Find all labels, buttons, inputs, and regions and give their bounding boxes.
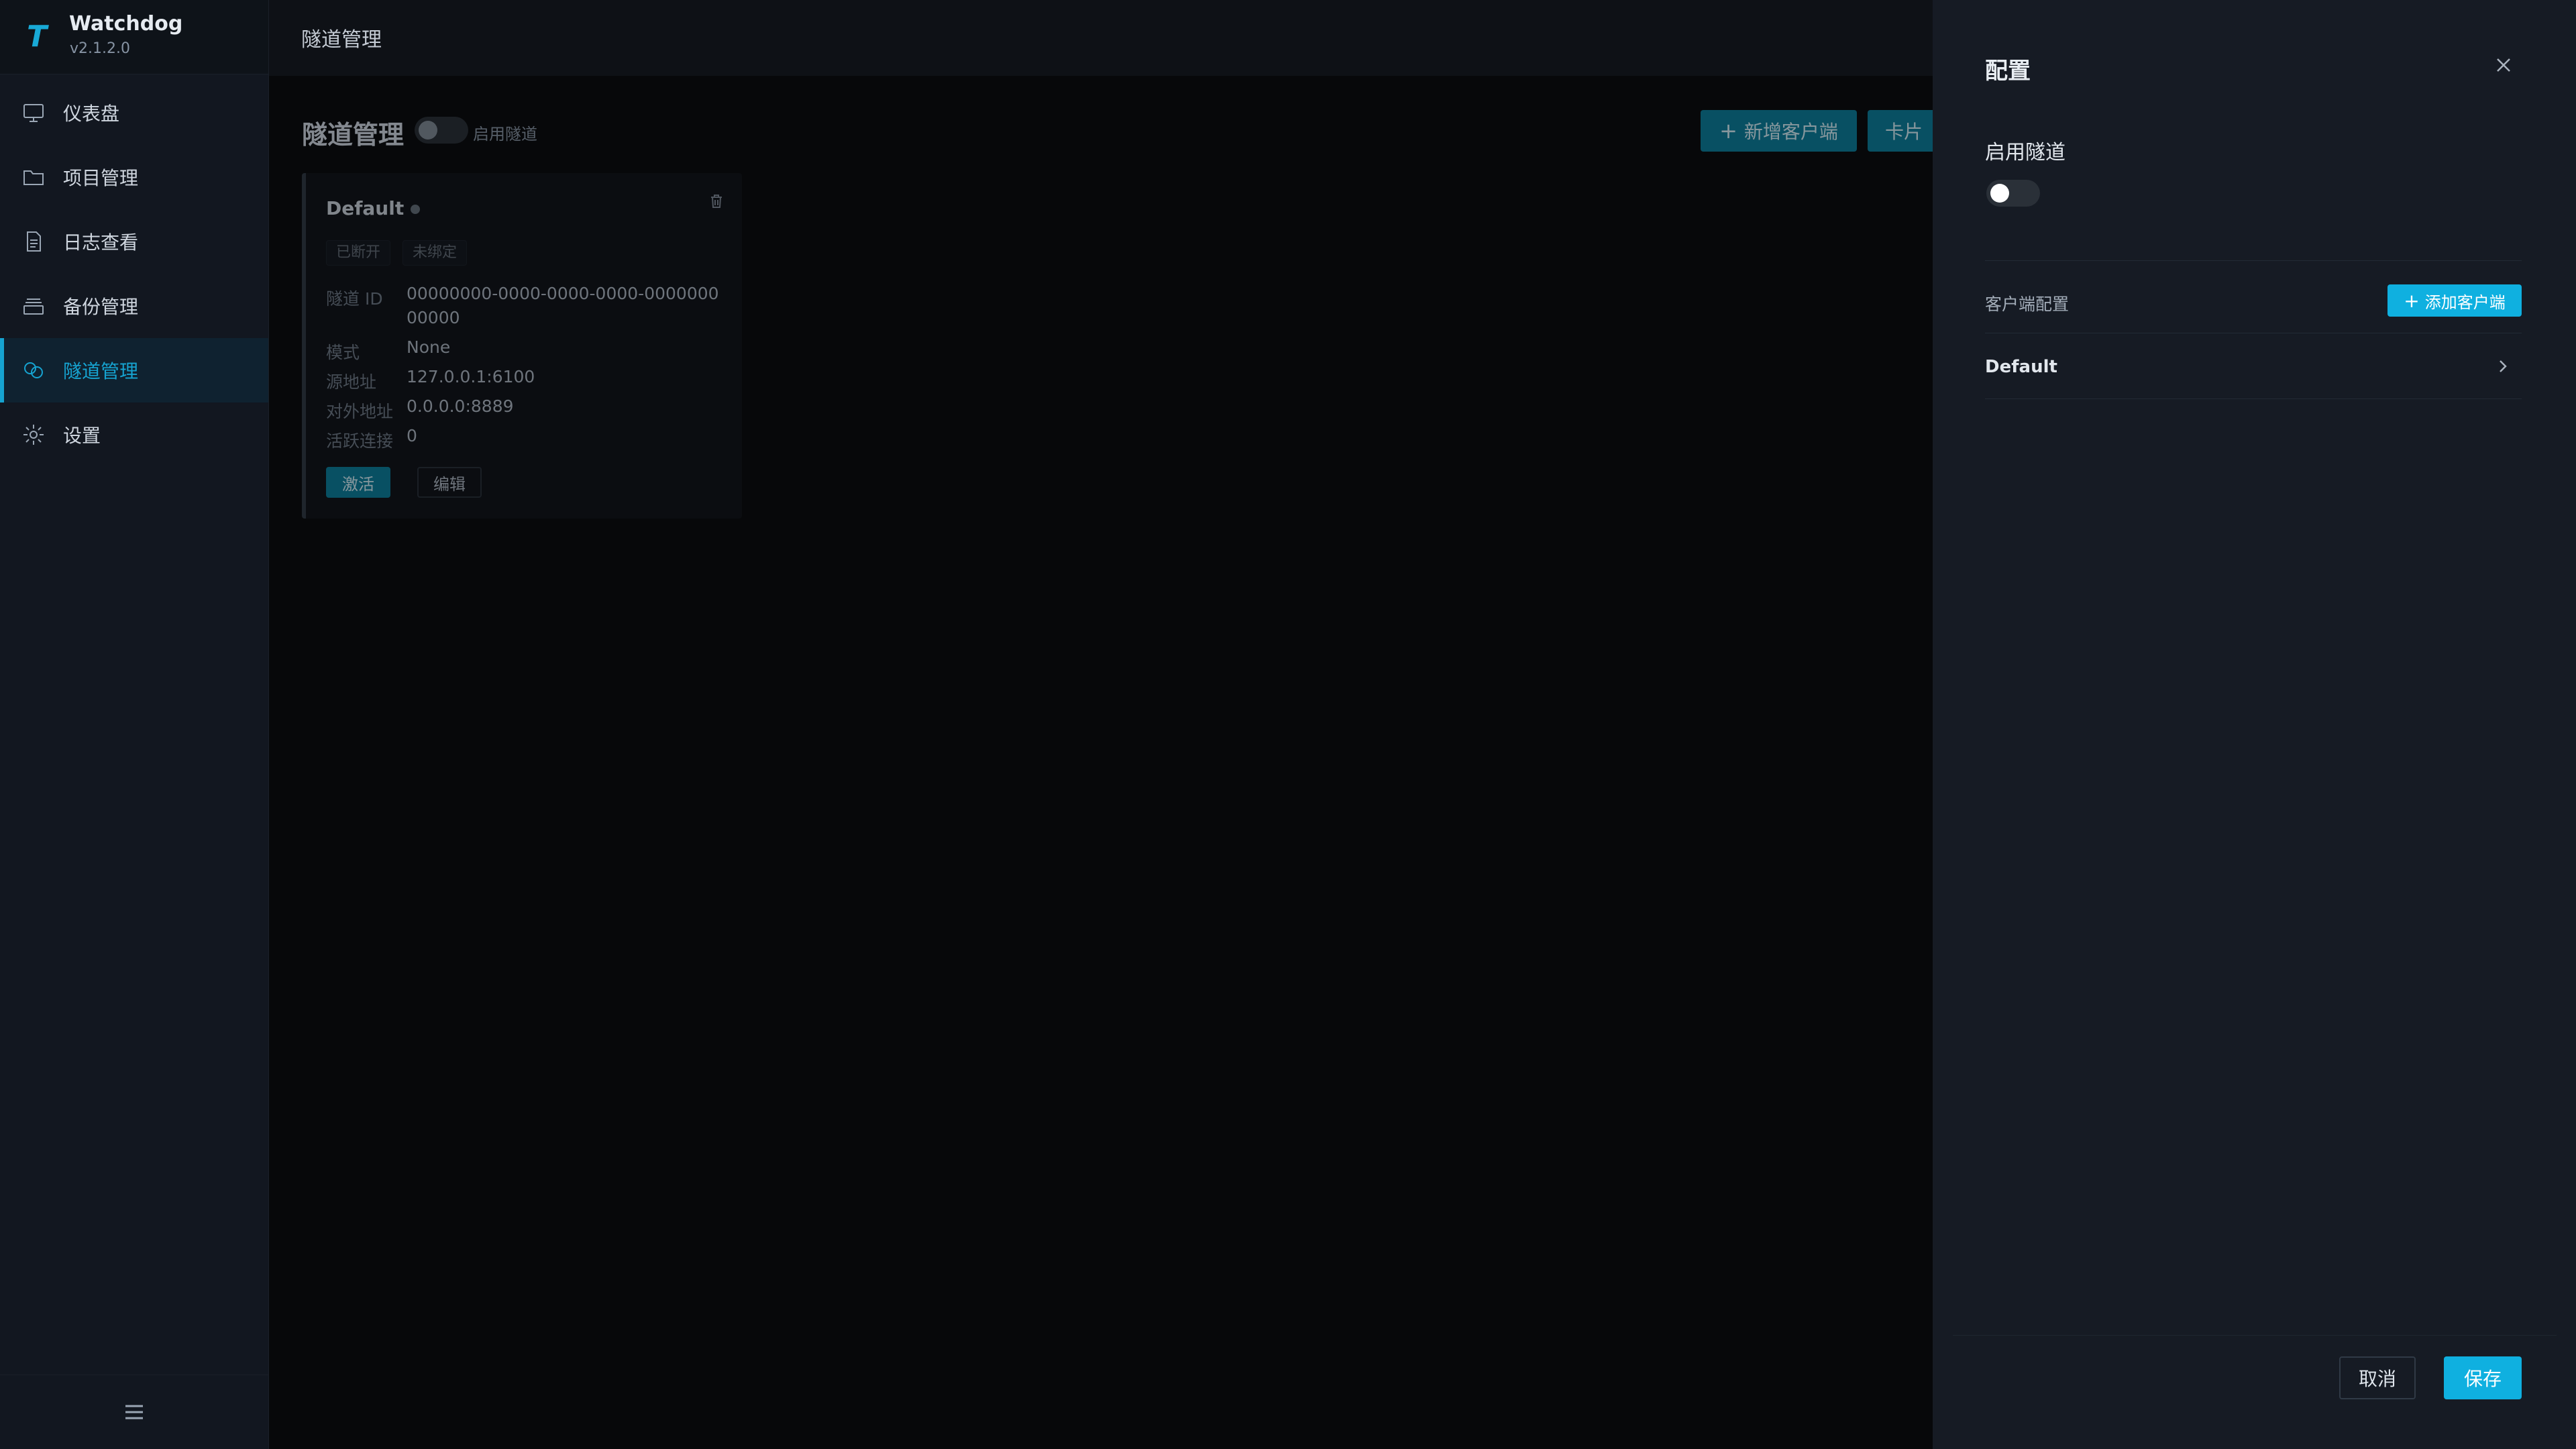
drawer-enable-tunnel-toggle[interactable] <box>1986 180 2040 207</box>
add-client-button[interactable]: + 添加客户端 <box>2387 284 2522 317</box>
sidebar-item-label: 隧道管理 <box>63 360 139 382</box>
breadcrumb: 隧道管理 <box>301 28 382 52</box>
drawer-footer-divider <box>1953 1335 2557 1336</box>
client-list-item[interactable]: Default <box>1985 335 2522 398</box>
plus-icon: + <box>2404 289 2420 312</box>
top-bar: 隧道管理 <box>269 0 1933 76</box>
sidebar-item-backup[interactable]: 备份管理 <box>0 274 268 338</box>
sidebar-item-label: 设置 <box>63 425 101 447</box>
config-drawer: 配置 启用隧道 客户端配置 + 添加客户端 Default 取消 保存 <box>1933 0 2576 1449</box>
sidebar-item-label: 项目管理 <box>63 167 139 189</box>
sidebar-item-dashboard[interactable]: 仪表盘 <box>0 80 268 145</box>
sidebar-collapse-button[interactable] <box>0 1375 268 1449</box>
client-config-label: 客户端配置 <box>1985 294 2070 314</box>
sidebar-item-label: 备份管理 <box>63 296 139 318</box>
document-icon <box>21 229 46 254</box>
close-button[interactable] <box>2493 55 2514 75</box>
close-icon <box>2497 58 2510 72</box>
sidebar-item-logs[interactable]: 日志查看 <box>0 209 268 274</box>
gear-icon <box>21 423 46 447</box>
sidebar-nav: 仪表盘 项目管理 日志查看 备份管理 隧道管理 设置 <box>0 80 268 467</box>
sidebar-item-label: 仪表盘 <box>63 103 120 125</box>
divider <box>1985 260 2522 261</box>
save-button[interactable]: 保存 <box>2444 1356 2522 1399</box>
tunnel-icon <box>21 358 46 382</box>
sidebar: T Watchdog v2.1.2.0 仪表盘 项目管理 日志查看 备份管理 隧… <box>0 0 269 1449</box>
folder-icon <box>21 165 46 189</box>
sidebar-item-label: 日志查看 <box>63 231 139 254</box>
enable-tunnel-field-label: 启用隧道 <box>1985 141 2065 164</box>
brand: T Watchdog v2.1.2.0 <box>0 0 268 74</box>
monitor-icon <box>21 101 46 125</box>
app-version: v2.1.2.0 <box>70 40 130 57</box>
cancel-button[interactable]: 取消 <box>2339 1356 2416 1399</box>
archive-icon <box>21 294 46 318</box>
sidebar-item-tunnels[interactable]: 隧道管理 <box>0 338 268 402</box>
sidebar-item-settings[interactable]: 设置 <box>0 402 268 467</box>
drawer-title: 配置 <box>1985 58 2031 85</box>
app-name: Watchdog <box>69 12 183 36</box>
menu-icon <box>125 1405 143 1419</box>
client-name: Default <box>1985 357 2057 377</box>
sidebar-item-projects[interactable]: 项目管理 <box>0 145 268 209</box>
chevron-right-icon <box>2493 357 2512 376</box>
divider <box>1985 398 2522 399</box>
app-logo: T <box>27 19 48 54</box>
modal-overlay[interactable] <box>269 75 1933 1449</box>
